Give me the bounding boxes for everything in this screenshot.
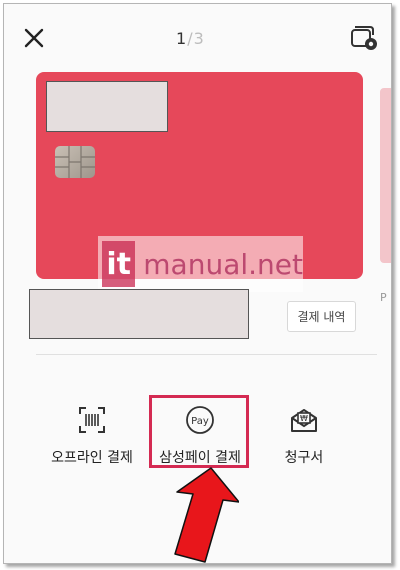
close-icon[interactable] (22, 26, 46, 50)
watermark-logo: it (102, 241, 136, 287)
watermark: it manual.net (98, 236, 303, 292)
card-chip-icon (55, 146, 95, 178)
watermark-text: manual.net (143, 247, 303, 281)
next-card-preview[interactable] (380, 88, 391, 263)
card-name-mask (29, 289, 249, 339)
highlight-box (149, 395, 249, 468)
next-card-label: P (380, 291, 387, 304)
app-screen: 1/3 P it manual.net 결제 내역 오프라인 결제 Pay 삼성… (3, 3, 392, 564)
payment-history-button[interactable]: 결제 내역 (287, 301, 356, 332)
red-arrow-icon (174, 467, 239, 563)
card-info-mask (46, 81, 168, 132)
offline-payment-label: 오프라인 결제 (51, 450, 133, 466)
divider (36, 354, 377, 355)
offline-payment-button[interactable]: 오프라인 결제 (42, 405, 142, 467)
invoice-button[interactable]: ₩ 청구서 (254, 405, 354, 467)
card-settings-icon[interactable] (350, 26, 378, 52)
barcode-scan-icon (79, 407, 105, 433)
card-pager: 1/3 (176, 29, 205, 48)
pager-current: 1 (176, 29, 188, 48)
invoice-label: 청구서 (284, 450, 324, 466)
invoice-icon: ₩ (291, 409, 317, 432)
svg-text:₩: ₩ (300, 414, 308, 423)
pager-total: 3 (193, 29, 205, 48)
